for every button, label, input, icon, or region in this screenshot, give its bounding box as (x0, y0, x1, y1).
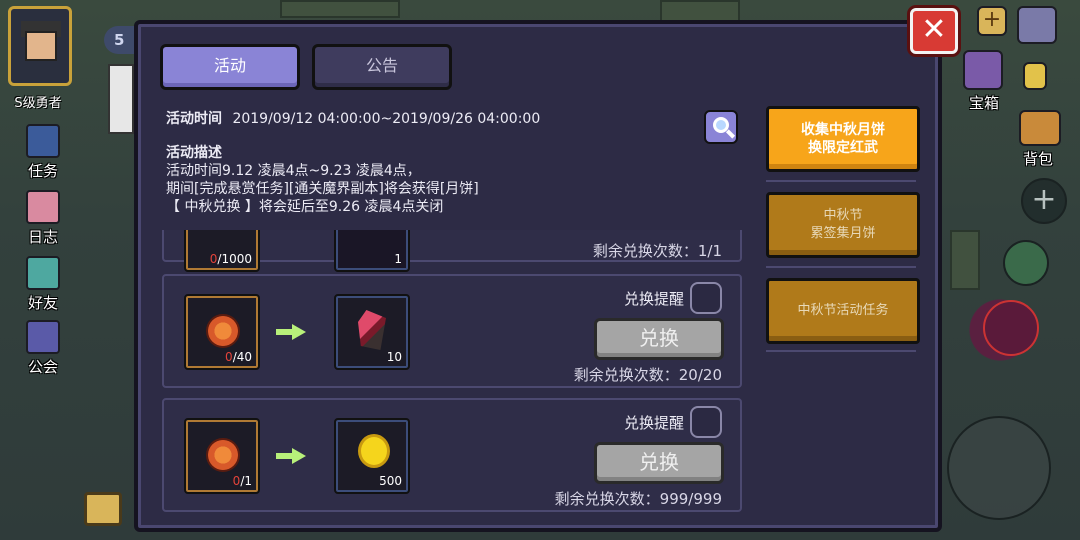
side-strip (108, 64, 134, 134)
backpack-icon[interactable] (1019, 110, 1061, 146)
source-item-count: 0/1000 (209, 252, 252, 266)
redeem-button[interactable]: 兑换 (594, 442, 724, 484)
magnifier-handle (725, 129, 736, 139)
rank-label: S级勇者 (14, 96, 62, 111)
close-button[interactable]: ✕ (910, 8, 958, 54)
event-time-row: 活动时间 2019/09/12 04:00:00~2019/09/26 04:0… (166, 108, 540, 128)
exchange-card: 0/1 500 兑换提醒 兑换 剩余兑换次数：999/999 (162, 398, 742, 512)
level-badge: 5 (104, 26, 138, 54)
guild-label: 公会 (27, 358, 58, 376)
event-time-value: 2019/09/12 04:00:00~2019/09/26 04:00:00 (232, 111, 541, 127)
mooncake-icon (206, 314, 240, 348)
reward-item-count: 1 (394, 252, 402, 266)
quest-icon (26, 124, 60, 158)
boss-portal-icon[interactable] (983, 300, 1039, 356)
attack-round-button[interactable] (947, 416, 1051, 520)
arrow-right-icon (276, 324, 306, 340)
chat-chest-button[interactable] (84, 492, 122, 526)
event-desc-line-1: 活动时间9.12 凌晨4点~9.23 凌晨4点， (166, 163, 421, 179)
side-tab-daily-signin[interactable]: 中秋节 累签集月饼 (766, 192, 920, 258)
reward-item-count: 500 (379, 474, 402, 488)
remaining-exchange-count: 剩余兑换次数：1/1 (592, 242, 722, 260)
divider (766, 266, 916, 268)
tab-activity[interactable]: 活动 (160, 44, 300, 90)
treasure-chest-icon[interactable] (963, 50, 1003, 90)
source-item-count: 0/40 (225, 350, 252, 364)
log-label: 日志 (27, 228, 58, 246)
remind-checkbox[interactable] (690, 406, 722, 438)
arrow-right-icon[interactable] (1023, 62, 1047, 90)
gold-coin-icon (358, 434, 390, 468)
left-hud: 5 S级勇者 任务 日志 好友 公会 (0, 0, 140, 540)
guild-icon (26, 320, 60, 354)
avatar-face (25, 31, 57, 61)
friends-icon (26, 256, 60, 290)
bag-label: 背包 (1023, 150, 1054, 168)
divider (766, 180, 916, 182)
mooncake-icon (206, 438, 240, 472)
tab-announcement[interactable]: 公告 (312, 44, 452, 90)
quest-button[interactable]: 任务 (20, 124, 66, 181)
event-desc-label: 活动描述 (166, 145, 222, 161)
remaining-exchange-count: 剩余兑换次数：999/999 (554, 490, 722, 508)
plus-round-icon[interactable]: + (1021, 178, 1067, 224)
event-time-label: 活动时间 (166, 111, 222, 127)
side-tab-mooncake-exchange[interactable]: 收集中秋月饼 换限定红武 (766, 106, 920, 172)
player-avatar[interactable] (8, 6, 72, 86)
log-button[interactable]: 日志 (20, 190, 66, 247)
side-tab-label: 中秋节 累签集月饼 (810, 208, 876, 241)
arrow-right-icon (276, 448, 306, 464)
source-item-slot: 0/1 (184, 418, 260, 494)
friends-label: 好友 (27, 294, 58, 312)
reward-item-count: 10 (386, 350, 402, 364)
side-tab-label: 中秋节活动任务 (797, 303, 889, 318)
side-tab-festival-tasks[interactable]: 中秋节活动任务 (766, 278, 920, 344)
remaining-exchange-count: 剩余兑换次数：20/20 (573, 366, 722, 384)
remind-checkbox[interactable] (690, 282, 722, 314)
divider (766, 350, 916, 352)
quest-label: 任务 (27, 162, 58, 180)
exchange-card: 0/40 10 兑换提醒 兑换 剩余兑换次数：20/20 (162, 274, 742, 388)
add-icon[interactable]: + (977, 6, 1007, 36)
source-item-slot: 0/40 (184, 294, 260, 370)
source-item-count: 0/1 (232, 474, 252, 488)
friends-button[interactable]: 好友 (20, 256, 66, 313)
guild-button[interactable]: 公会 (20, 320, 66, 377)
scene-tile (280, 0, 400, 18)
red-crystal-icon (358, 310, 386, 350)
event-desc-line-2: 期间[完成悬赏任务][通关魔界副本]将会获得[月饼] (166, 181, 479, 197)
reward-item-slot: 10 (334, 294, 410, 370)
right-hud: + 宝箱 背包 + (947, 0, 1080, 540)
map-grid-icon[interactable] (1017, 6, 1057, 44)
reward-item-slot: 500 (334, 418, 410, 494)
skill-round-icon[interactable] (1003, 240, 1049, 286)
event-desc-line-3: 【 中秋兑换 】将会延后至9.26 凌晨4点关闭 (166, 199, 444, 215)
redeem-button[interactable]: 兑换 (594, 318, 724, 360)
chest-label: 宝箱 (969, 94, 1000, 112)
side-tab-label: 收集中秋月饼 换限定红武 (801, 122, 885, 156)
remind-label: 兑换提醒 (623, 290, 684, 308)
event-info-panel: 活动时间 2019/09/12 04:00:00~2019/09/26 04:0… (152, 100, 748, 230)
magnify-button[interactable] (704, 110, 738, 144)
remind-label: 兑换提醒 (623, 414, 684, 432)
log-icon (26, 190, 60, 224)
